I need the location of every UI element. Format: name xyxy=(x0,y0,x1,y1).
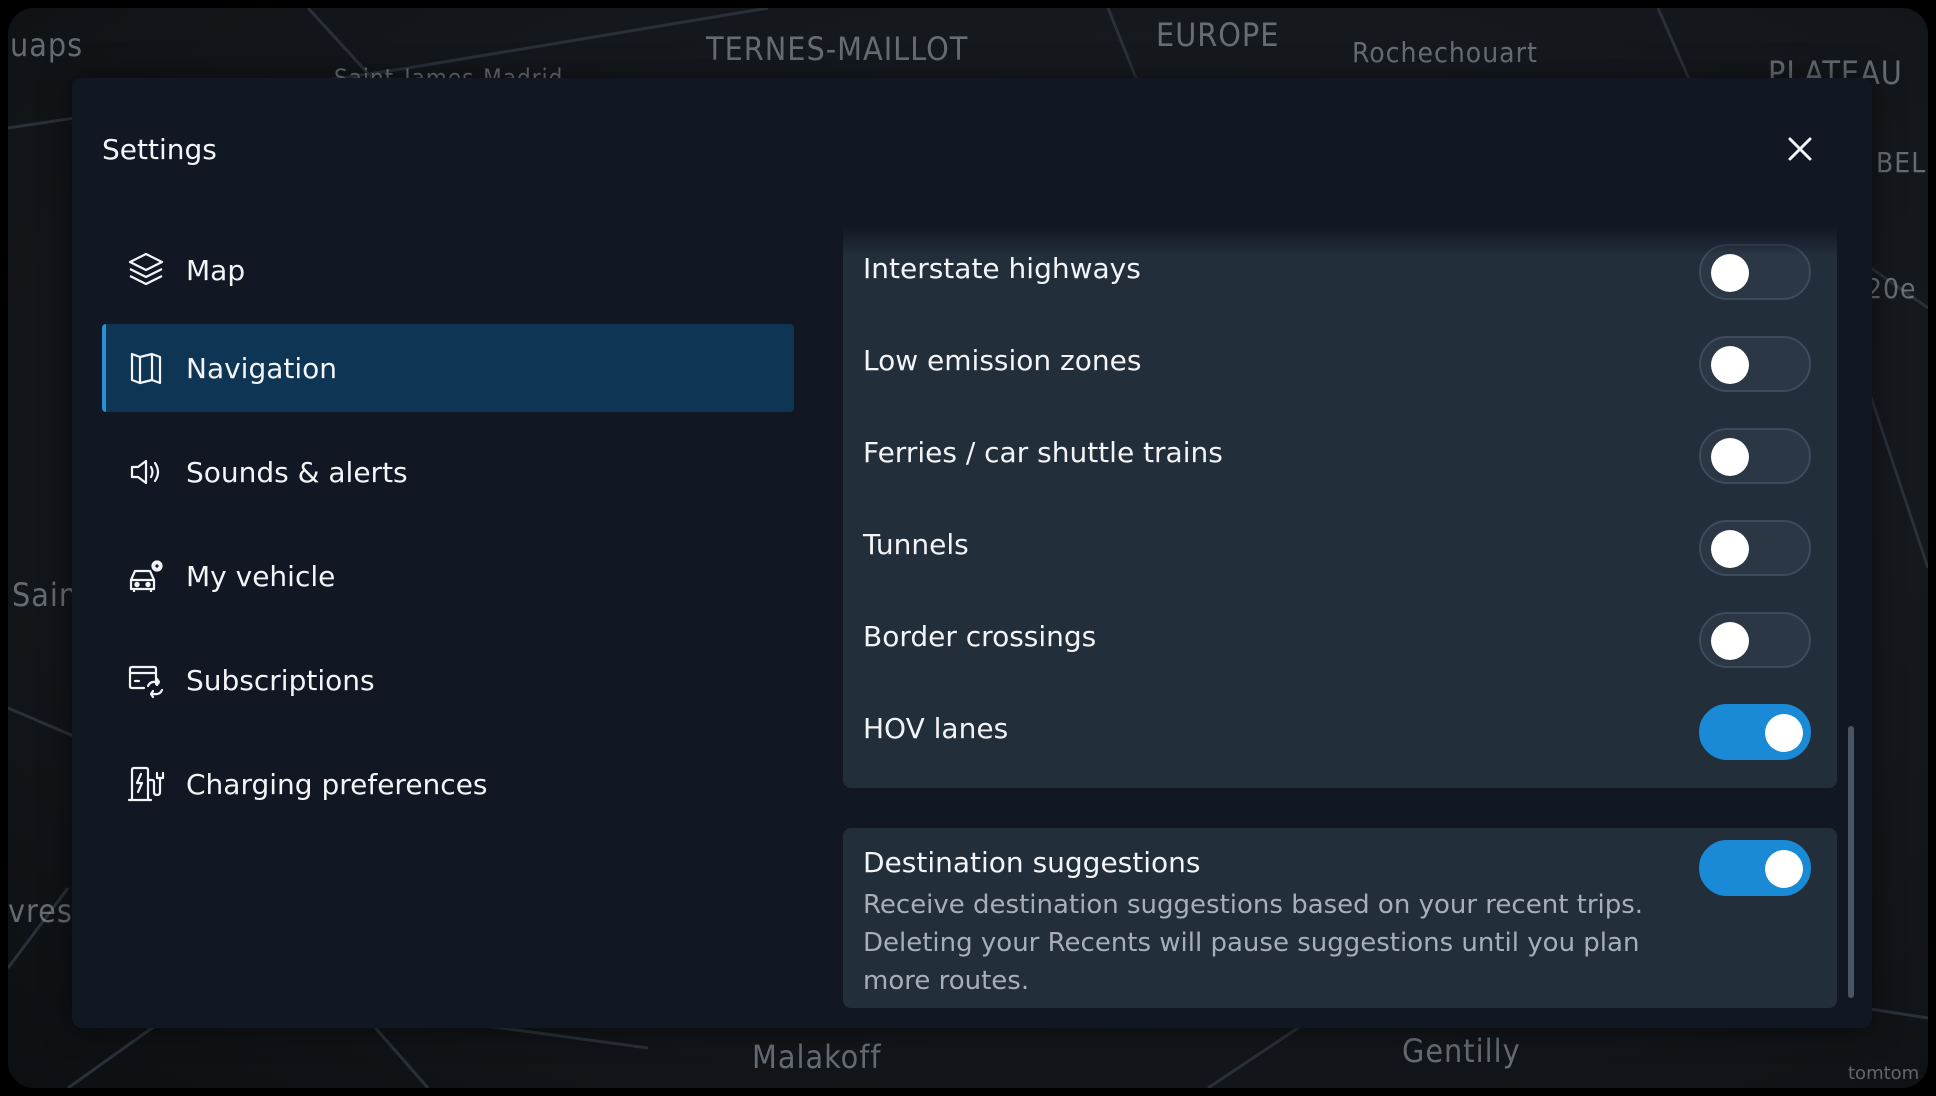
option-row-ferries: Ferries / car shuttle trains xyxy=(843,410,1837,502)
map-label: EUROPE xyxy=(1156,16,1280,54)
layers-icon xyxy=(124,248,168,292)
card-sync-icon xyxy=(124,658,168,702)
tunnels-toggle[interactable] xyxy=(1699,520,1811,576)
watermark: tomtom xyxy=(1848,1063,1920,1084)
car-settings-icon xyxy=(124,554,168,598)
map-label: 20e xyxy=(1866,272,1917,305)
sidebar-item-charging-preferences[interactable]: Charging preferences xyxy=(102,740,794,828)
sidebar-item-my-vehicle[interactable]: My vehicle xyxy=(102,532,794,620)
destination-suggestions-title: Destination suggestions xyxy=(863,846,1201,879)
sidebar-item-subscriptions[interactable]: Subscriptions xyxy=(102,636,794,724)
map-label: Rochechouart xyxy=(1352,36,1538,69)
sidebar-item-label: Sounds & alerts xyxy=(186,455,408,489)
interstate-highways-toggle[interactable] xyxy=(1699,244,1811,300)
map-book-icon xyxy=(124,346,168,390)
toggle-knob xyxy=(1711,622,1749,660)
map-label: Sain xyxy=(12,576,79,614)
option-row-border-crossings: Border crossings xyxy=(843,594,1837,686)
option-label: Interstate highways xyxy=(863,252,1141,285)
sidebar-item-label: Subscriptions xyxy=(186,663,375,697)
toggle-knob xyxy=(1711,346,1749,384)
sidebar-item-map[interactable]: Map xyxy=(102,226,794,314)
destination-suggestions-panel: Destination suggestions Receive destinat… xyxy=(843,828,1837,1008)
destination-suggestions-toggle[interactable] xyxy=(1699,840,1811,896)
option-label: HOV lanes xyxy=(863,712,1009,745)
ferries-toggle[interactable] xyxy=(1699,428,1811,484)
low-emission-zones-toggle[interactable] xyxy=(1699,336,1811,392)
hov-lanes-toggle[interactable] xyxy=(1699,704,1811,760)
option-label: Low emission zones xyxy=(863,344,1142,377)
option-row-hov-lanes: HOV lanes xyxy=(843,686,1837,778)
map-label: Gentilly xyxy=(1402,1032,1521,1070)
toggle-knob xyxy=(1765,714,1803,752)
option-label: Ferries / car shuttle trains xyxy=(863,436,1223,469)
option-row-tunnels: Tunnels xyxy=(843,502,1837,594)
option-row-low-emission-zones: Low emission zones xyxy=(843,318,1837,410)
screen: uaps TERNES-MAILLOT Saint-James-Madrid E… xyxy=(8,8,1928,1088)
settings-dialog: Settings Map Navigation Sounds & alerts … xyxy=(72,78,1872,1028)
close-icon xyxy=(1788,137,1812,161)
sidebar-item-label: My vehicle xyxy=(186,559,336,593)
avoid-options-panel: Interstate highways Low emission zones F… xyxy=(843,226,1837,788)
map-label: uaps xyxy=(10,26,84,64)
toggle-knob xyxy=(1711,438,1749,476)
sidebar-item-label: Charging preferences xyxy=(186,767,488,801)
map-label: vres xyxy=(8,892,73,930)
sidebar-item-label: Map xyxy=(186,253,246,287)
option-label: Border crossings xyxy=(863,620,1097,653)
map-label: TERNES-MAILLOT xyxy=(706,30,969,68)
sidebar-item-navigation[interactable]: Navigation xyxy=(102,324,794,412)
toggle-knob xyxy=(1711,530,1749,568)
option-row-interstate-highways: Interstate highways xyxy=(843,226,1837,318)
ev-charger-icon xyxy=(124,762,168,806)
scrollbar[interactable] xyxy=(1848,726,1854,998)
map-label: Malakoff xyxy=(752,1038,882,1076)
speaker-icon xyxy=(124,450,168,494)
option-label: Tunnels xyxy=(863,528,969,561)
close-button[interactable] xyxy=(1778,127,1822,171)
toggle-knob xyxy=(1711,254,1749,292)
border-crossings-toggle[interactable] xyxy=(1699,612,1811,668)
dialog-title: Settings xyxy=(102,133,217,166)
sidebar-item-sounds-alerts[interactable]: Sounds & alerts xyxy=(102,428,794,516)
map-label: BEL xyxy=(1876,146,1927,179)
sidebar-item-label: Navigation xyxy=(186,351,338,385)
toggle-knob xyxy=(1765,850,1803,888)
destination-suggestions-description: Receive destination suggestions based on… xyxy=(863,890,1644,996)
